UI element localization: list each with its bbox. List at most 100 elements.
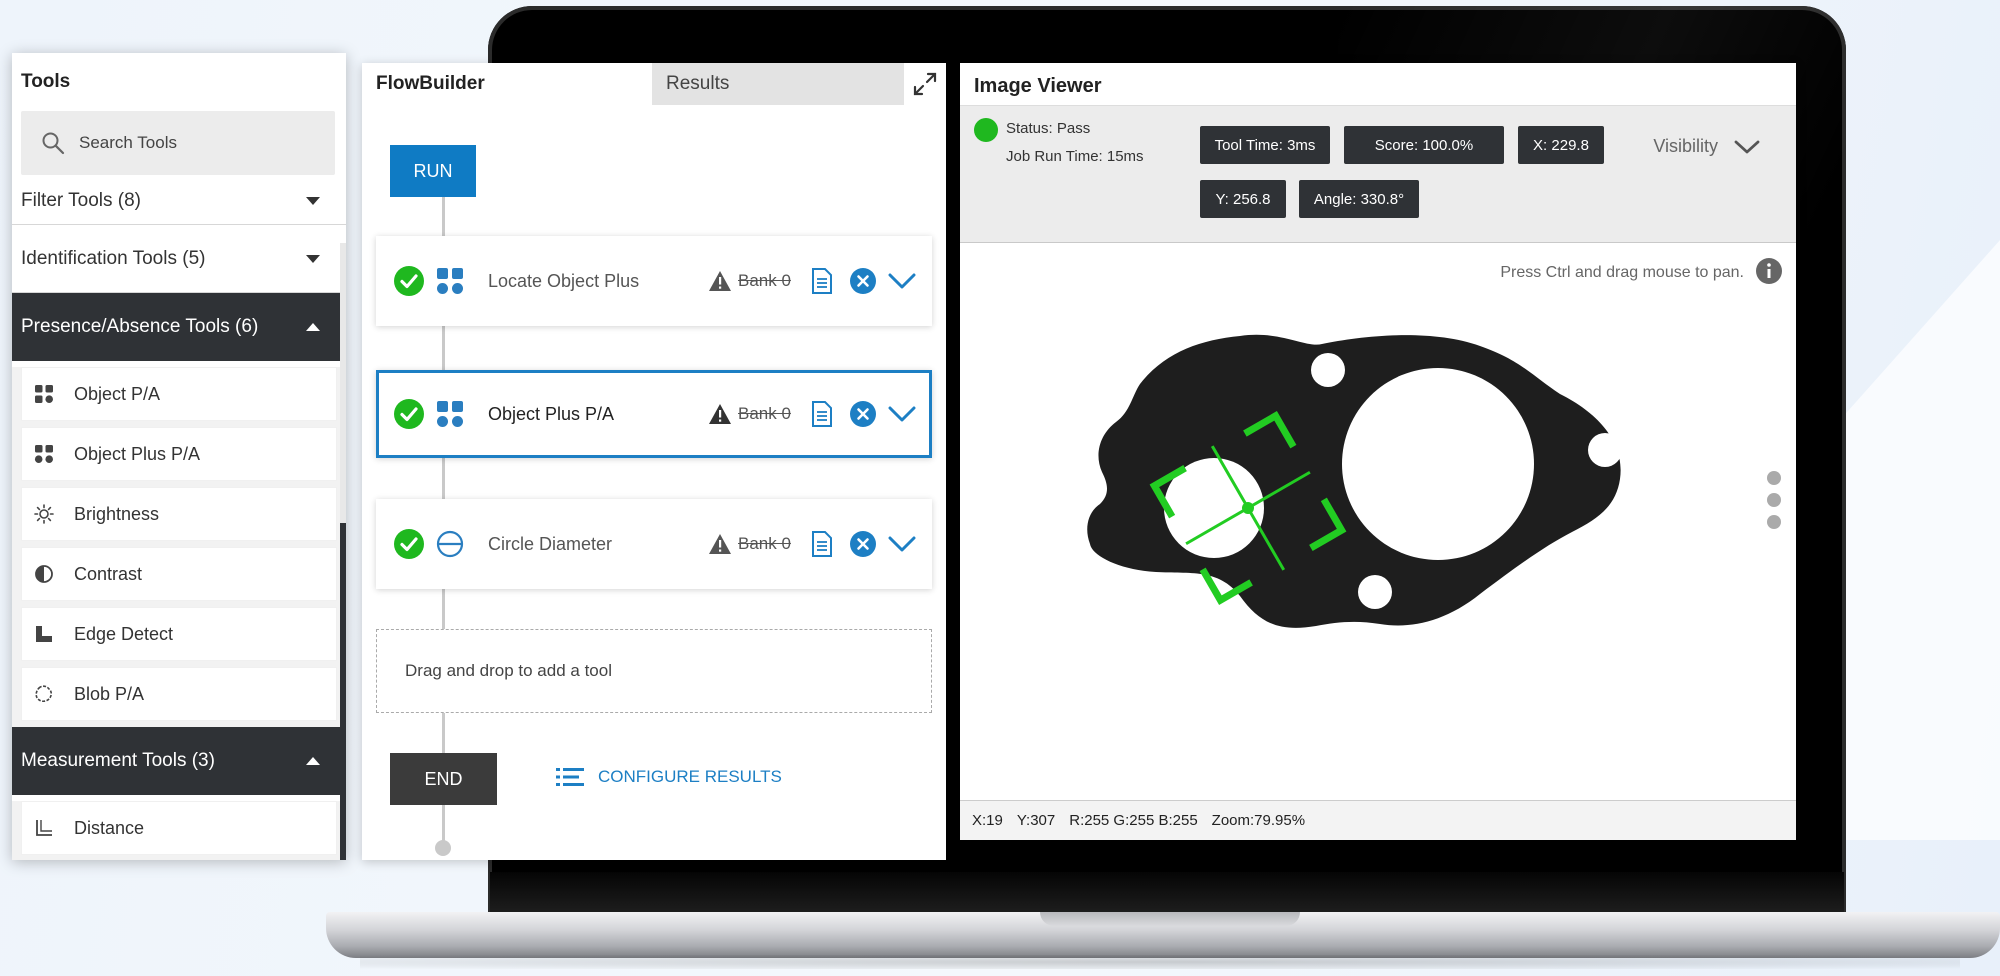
tool-label: Object Plus P/A [74,443,201,464]
card-title: Circle Diameter [488,533,613,554]
document-icon[interactable] [811,531,833,557]
locate-tool-icon [437,268,463,294]
sun-icon [34,504,54,524]
tool-edge-detect[interactable]: Edge Detect [21,607,337,661]
caret-up-icon [306,757,320,765]
tab-bar: FlowBuilder Results [362,63,946,105]
flow-card-circle-diameter[interactable]: Circle Diameter Bank 0 [376,499,932,589]
remove-icon[interactable] [850,268,876,294]
tool-distance[interactable]: Distance [21,801,337,855]
check-circle-icon [394,266,424,296]
configure-results-link[interactable]: CONFIGURE RESULTS [556,767,782,787]
badge-angle: Angle: 330.8° [1299,180,1419,218]
tool-object-plus-pa[interactable]: Object Plus P/A [21,427,337,481]
presence-tool-group: Object P/A Object Plus P/A Brightness Co… [12,367,346,727]
category-presence-absence-tools[interactable]: Presence/Absence Tools (6) [12,293,346,361]
badge-y: Y: 256.8 [1200,180,1286,218]
gasket-hole-right [1588,433,1622,467]
category-label: Presence/Absence Tools (6) [21,316,259,337]
image-canvas[interactable]: Press Ctrl and drag mouse to pan. [960,244,1796,800]
expand-icon [913,72,937,96]
detection-center [1242,502,1254,514]
card-title: Locate Object Plus [488,270,640,291]
end-button[interactable]: END [390,753,497,805]
gasket-hole-top [1311,353,1345,387]
tab-results[interactable]: Results [652,63,904,105]
category-measurement-tools[interactable]: Measurement Tools (3) [12,727,346,795]
circle-diameter-icon [436,530,464,558]
viewer-status-bar: X:19 Y:307 R:255 G:255 B:255 Zoom:79.95% [960,800,1796,840]
cursor-y: Y:307 [1016,812,1056,829]
viewer-results-header: Status: Pass Job Run Time: 15ms Tool Tim… [960,105,1796,243]
tool-label: Edge Detect [74,623,174,644]
badge-score: Score: 100.0% [1344,126,1504,164]
bank-label: Bank 0 [738,404,791,423]
tool-contrast[interactable]: Contrast [21,547,337,601]
configure-results-label: CONFIGURE RESULTS [598,767,782,786]
tools-panel: Tools Filter Tools (8) Identification To… [12,53,346,860]
check-circle-icon [394,399,424,429]
tool-object-pa[interactable]: Object P/A [21,367,337,421]
tool-brightness[interactable]: Brightness [21,487,337,541]
caret-up-icon [306,323,320,331]
warning-icon [709,404,731,424]
expand-button[interactable] [904,63,946,105]
blob-icon [34,684,54,704]
drop-zone-label: Drag and drop to add a tool [405,661,612,680]
viewer-title: Image Viewer [974,75,1102,97]
grid-icon [34,384,54,404]
category-identification-tools[interactable]: Identification Tools (5) [12,225,346,293]
laptop-shadow [360,955,1960,969]
warning-icon [709,271,731,291]
tool-blob-pa[interactable]: Blob P/A [21,667,337,721]
run-button[interactable]: RUN [390,145,476,197]
tools-list: Filter Tools (8) Identification Tools (5… [12,177,346,860]
visibility-dropdown[interactable]: Visibility [1653,136,1760,157]
status-indicator [974,118,998,142]
chevron-down-icon[interactable] [888,405,916,423]
inspected-part-image [1087,334,1622,628]
chevron-down-icon [1734,140,1760,153]
tool-label: Blob P/A [74,683,145,704]
remove-icon[interactable] [850,531,876,557]
bank-label: Bank 0 [738,271,791,290]
category-label: Filter Tools (8) [21,189,142,211]
job-run-time: Job Run Time: 15ms [1006,148,1144,165]
flowbuilder-panel: FlowBuilder Results RUN Locate Object Pl… [362,63,946,860]
tool-label: Contrast [74,563,143,584]
document-icon[interactable] [811,268,833,294]
chevron-down-icon[interactable] [888,272,916,290]
drop-zone[interactable]: Drag and drop to add a tool [376,629,932,713]
list-icon [556,768,584,786]
tab-flowbuilder[interactable]: FlowBuilder [362,63,652,105]
tools-title: Tools [21,71,71,92]
badge-tool-time: Tool Time: 3ms [1200,126,1330,164]
category-filter-tools[interactable]: Filter Tools (8) [12,177,346,225]
flow-card-locate-object-plus[interactable]: Locate Object Plus Bank 0 [376,236,932,326]
visibility-label: Visibility [1653,136,1718,156]
edge-icon [34,624,54,644]
search-box[interactable] [21,111,335,175]
card-title: Object Plus P/A [488,403,615,424]
check-circle-icon [394,529,424,559]
remove-icon[interactable] [850,401,876,427]
bank-label: Bank 0 [738,534,791,553]
pixel-rgb: R:255 G:255 B:255 [1069,812,1198,829]
laptop-notch [1040,912,1300,926]
category-label: Measurement Tools (3) [21,750,215,771]
zoom-level: Zoom:79.95% [1211,812,1306,829]
object-plus-tool-icon [437,401,463,427]
document-icon[interactable] [811,401,833,427]
flow-end-dot [435,840,451,856]
search-input[interactable] [79,131,319,155]
warning-icon [709,534,731,554]
badge-x: X: 229.8 [1518,126,1604,164]
tool-label: Brightness [74,503,160,524]
tool-label: Object P/A [74,383,161,404]
category-label: Identification Tools (5) [21,247,206,269]
caret-down-icon [306,196,320,205]
flow-card-object-plus-pa[interactable]: Object Plus P/A Bank 0 [376,370,932,458]
chevron-down-icon[interactable] [888,535,916,553]
half-circle-icon [34,564,54,584]
tools-scrollbar-thumb[interactable] [340,523,346,860]
